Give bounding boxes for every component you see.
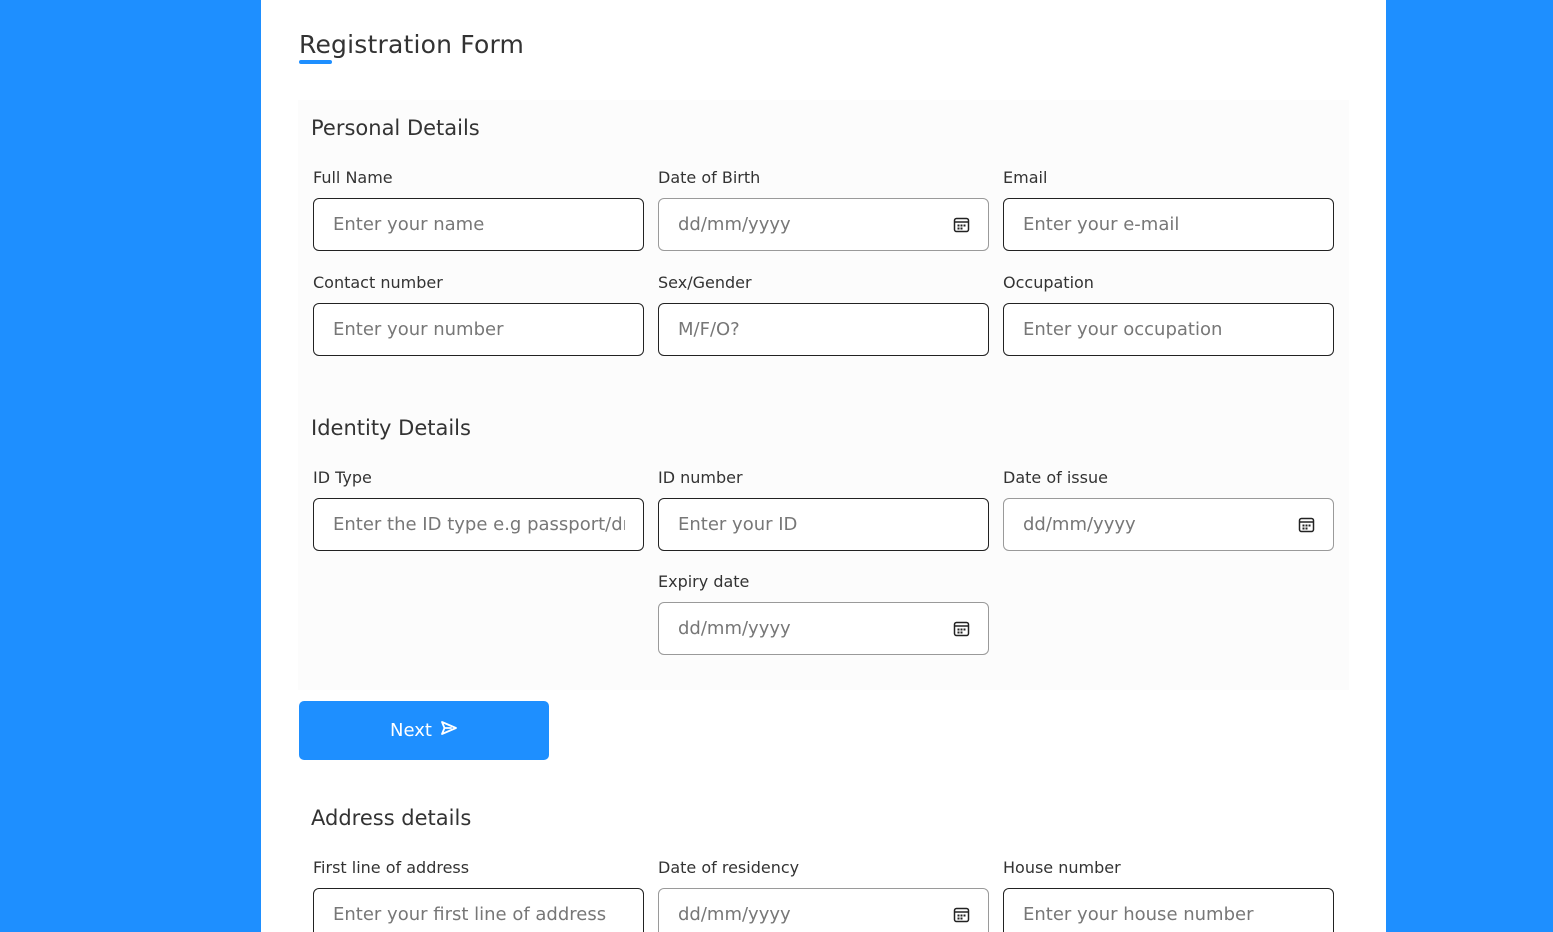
email-placeholder: Enter your e-mail <box>1023 214 1180 235</box>
first-line-input[interactable]: Enter your first line of address <box>313 888 644 932</box>
id-type-placeholder: Enter the ID type e.g passport/dri <box>333 514 625 535</box>
dob-input[interactable]: dd/mm/yyyy <box>658 198 989 251</box>
id-number-placeholder: Enter your ID <box>678 514 798 535</box>
gender-label: Sex/Gender <box>658 273 752 292</box>
full-name-placeholder: Enter your name <box>333 214 485 235</box>
send-icon <box>440 720 458 741</box>
residency-date-input[interactable]: dd/mm/yyyy <box>658 888 989 932</box>
email-label: Email <box>1003 168 1048 187</box>
title-underline <box>299 60 332 64</box>
id-number-input[interactable]: Enter your ID <box>658 498 989 551</box>
contact-input[interactable]: Enter your number <box>313 303 644 356</box>
expiry-date-placeholder: dd/mm/yyyy <box>678 618 791 639</box>
house-number-placeholder: Enter your house number <box>1023 904 1254 925</box>
issue-date-input[interactable]: dd/mm/yyyy <box>1003 498 1334 551</box>
expiry-date-input[interactable]: dd/mm/yyyy <box>658 602 989 655</box>
dob-placeholder: dd/mm/yyyy <box>678 214 791 235</box>
expiry-date-label: Expiry date <box>658 572 750 591</box>
calendar-icon[interactable] <box>1298 516 1315 533</box>
address-details-heading: Address details <box>311 806 472 830</box>
email-input[interactable]: Enter your e-mail <box>1003 198 1334 251</box>
id-type-input[interactable]: Enter the ID type e.g passport/dri <box>313 498 644 551</box>
residency-date-label: Date of residency <box>658 858 800 877</box>
personal-details-heading: Personal Details <box>311 116 480 140</box>
page-title: Registration Form <box>299 30 525 59</box>
house-number-label: House number <box>1003 858 1121 877</box>
gender-placeholder: M/F/O? <box>678 319 740 340</box>
calendar-icon[interactable] <box>953 620 970 637</box>
occupation-placeholder: Enter your occupation <box>1023 319 1223 340</box>
next-button[interactable]: Next <box>299 701 549 760</box>
issue-date-label: Date of issue <box>1003 468 1108 487</box>
identity-details-heading: Identity Details <box>311 416 471 440</box>
first-line-label: First line of address <box>313 858 470 877</box>
first-line-placeholder: Enter your first line of address <box>333 904 607 925</box>
house-number-input[interactable]: Enter your house number <box>1003 888 1334 932</box>
occupation-label: Occupation <box>1003 273 1094 292</box>
issue-date-placeholder: dd/mm/yyyy <box>1023 514 1136 535</box>
calendar-icon[interactable] <box>953 906 970 923</box>
id-number-label: ID number <box>658 468 743 487</box>
contact-placeholder: Enter your number <box>333 319 504 340</box>
next-button-label: Next <box>390 720 432 741</box>
contact-label: Contact number <box>313 273 443 292</box>
registration-container: Registration Form Personal Details Full … <box>261 0 1386 932</box>
id-type-label: ID Type <box>313 468 372 487</box>
calendar-icon[interactable] <box>953 216 970 233</box>
gender-input[interactable]: M/F/O? <box>658 303 989 356</box>
full-name-input[interactable]: Enter your name <box>313 198 644 251</box>
full-name-label: Full Name <box>313 168 393 187</box>
residency-date-placeholder: dd/mm/yyyy <box>678 904 791 925</box>
dob-label: Date of Birth <box>658 168 761 187</box>
occupation-input[interactable]: Enter your occupation <box>1003 303 1334 356</box>
